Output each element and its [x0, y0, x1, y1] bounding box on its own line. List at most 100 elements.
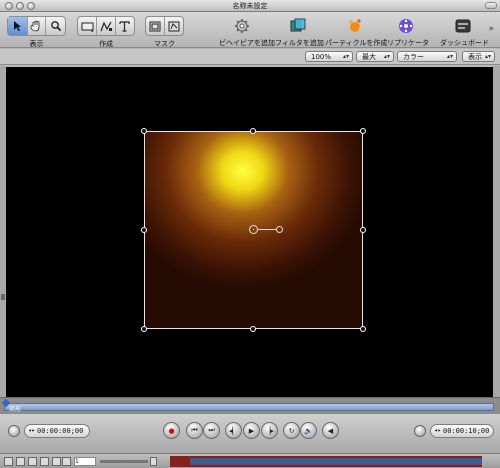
- layer-track-bar[interactable]: 矩形: [4, 403, 494, 413]
- frame-number-field[interactable]: 1: [74, 457, 96, 466]
- add-filter-button[interactable]: [287, 15, 309, 37]
- zoom-level-popup[interactable]: 100% ▴▾: [305, 51, 353, 62]
- window-title: 名称未設定: [232, 2, 268, 10]
- go-to-start-icon: ⏮: [191, 426, 198, 434]
- pan-tool-button[interactable]: [28, 17, 47, 35]
- toolbar-overflow-icon[interactable]: »: [488, 24, 494, 34]
- rectangle-tool-button[interactable]: [78, 17, 98, 35]
- layers-panel-icon[interactable]: [4, 457, 13, 466]
- loop-button[interactable]: ↻: [283, 422, 300, 439]
- anchor-point-handle[interactable]: [249, 225, 258, 234]
- zoom-in-icon[interactable]: [150, 457, 157, 466]
- record-button[interactable]: ●: [163, 422, 180, 439]
- transform-handle-bottom-right[interactable]: [360, 326, 366, 332]
- mask-bezier-button[interactable]: [165, 17, 183, 35]
- canvas-options-bar: 100% ▴▾ 最大 ▴▾ カラー ▴▾ 表示 ▴▾: [0, 49, 500, 65]
- keyframe-panel-icon[interactable]: [52, 457, 61, 466]
- zoom-level-value: 100%: [311, 53, 332, 61]
- particle-emitter-icon: [349, 19, 362, 32]
- transform-handle-bottom-left[interactable]: [141, 326, 147, 332]
- timeline-zoom-slider[interactable]: [100, 460, 148, 463]
- view-tool-group: [7, 16, 66, 36]
- transform-handle-top-right[interactable]: [360, 128, 366, 134]
- play-button[interactable]: ▶: [243, 422, 260, 439]
- title-bar: 名称未設定: [0, 0, 500, 12]
- add-filter-label: フィルタを追加: [275, 39, 324, 47]
- select-arrow-icon: [13, 21, 21, 31]
- panel-collapse-handle[interactable]: [1, 294, 5, 300]
- loop-icon: ↻: [288, 426, 295, 435]
- timeline-range-bar[interactable]: [190, 458, 482, 465]
- popup-arrows-icon: ▴▾: [342, 53, 349, 60]
- step-back-icon: ◂▏: [229, 426, 238, 435]
- replicator-button[interactable]: [395, 15, 417, 37]
- duration-timecode-field[interactable]: ◂▸ 00:00:10;00: [430, 424, 494, 438]
- bezier-tool-button[interactable]: [97, 17, 116, 35]
- status-bar: 1: [0, 453, 500, 468]
- mask-rectangle-icon: [149, 21, 161, 31]
- create-tool-group: [77, 16, 135, 36]
- popup-arrows-icon: ▴▾: [383, 53, 390, 60]
- mask-rectangle-button[interactable]: [146, 17, 165, 35]
- zoom-magnifier-icon: [50, 21, 61, 32]
- render-quality-value: 最大: [362, 53, 376, 61]
- create-group-label: 作成: [99, 40, 113, 48]
- zoom-tool-button[interactable]: [46, 17, 65, 35]
- render-quality-popup[interactable]: 最大 ▴▾: [356, 51, 394, 62]
- behavior-gear-icon: [235, 19, 249, 33]
- popup-arrows-icon: ▴▾: [484, 53, 491, 60]
- make-particles-button[interactable]: [344, 15, 366, 37]
- channel-value: カラー: [403, 53, 424, 61]
- filter-icon: [290, 18, 306, 32]
- pan-hand-icon: [31, 20, 40, 32]
- transform-handle-bottom[interactable]: [250, 326, 256, 332]
- timecode-stepper-icon: ◂▸: [434, 427, 442, 434]
- add-behavior-button[interactable]: [231, 15, 253, 37]
- mask-group-label: マスク: [154, 40, 175, 48]
- current-timecode-value: 00:00:00;00: [37, 427, 84, 435]
- toolbar-toggle-button[interactable]: [485, 2, 497, 9]
- go-to-end-button[interactable]: ⏭: [203, 422, 220, 439]
- timeline-panel-icon[interactable]: [40, 457, 49, 466]
- popup-arrows-icon: ▴▾: [446, 53, 453, 60]
- duration-icon: [414, 425, 426, 437]
- replicator-icon: [399, 19, 413, 33]
- view-group-label: 表示: [29, 40, 44, 48]
- step-forward-button[interactable]: ▕▸: [261, 422, 278, 439]
- dashboard-button[interactable]: [452, 15, 474, 37]
- text-tool-button[interactable]: [116, 17, 134, 35]
- rectangle-icon: [81, 22, 94, 32]
- timecode-stepper-icon: ◂▸: [28, 427, 36, 434]
- make-particles-label: パーティクルを作成: [325, 39, 388, 47]
- rotation-handle[interactable]: [276, 226, 283, 233]
- record-icon: ●: [168, 426, 175, 435]
- audio-button[interactable]: 🔈: [300, 422, 317, 439]
- mask-tool-group: [145, 16, 184, 36]
- go-to-end-icon: ⏭: [208, 426, 215, 434]
- select-tool-button[interactable]: [8, 17, 28, 35]
- dashboard-icon: [455, 19, 471, 33]
- speaker-icon: 🔈: [304, 426, 313, 435]
- transform-handle-top-left[interactable]: [141, 128, 147, 134]
- transform-handle-top[interactable]: [250, 128, 256, 134]
- canvas-right-border: [493, 66, 500, 398]
- view-options-popup[interactable]: 表示 ▴▾: [462, 51, 495, 62]
- transform-handle-left[interactable]: [141, 227, 147, 233]
- layer-track-label: 矩形: [9, 406, 22, 413]
- toolbar: 表示 作成 マスク ビヘイビアを追加 フィルタを追加 パーティクルを作成 リプリ…: [0, 12, 500, 48]
- channel-popup[interactable]: カラー ▴▾: [397, 51, 457, 62]
- mask-bezier-icon: [168, 21, 180, 31]
- audio-panel-icon[interactable]: [28, 457, 37, 466]
- go-to-start-button[interactable]: ⏮: [186, 422, 203, 439]
- timing-button[interactable]: ◀: [322, 422, 339, 439]
- text-icon: [119, 20, 130, 32]
- rotation-handle-line: [258, 229, 276, 230]
- duration-timecode-value: 00:00:10;00: [443, 427, 490, 435]
- timing-icon: ◀: [327, 426, 334, 435]
- media-panel-icon[interactable]: [16, 457, 25, 466]
- audio-editor-icon[interactable]: [62, 457, 71, 466]
- mini-timeline: 矩形: [0, 397, 500, 413]
- transform-handle-right[interactable]: [360, 227, 366, 233]
- current-timecode-field[interactable]: ◂▸ 00:00:00;00: [24, 424, 90, 438]
- step-back-button[interactable]: ◂▏: [225, 422, 242, 439]
